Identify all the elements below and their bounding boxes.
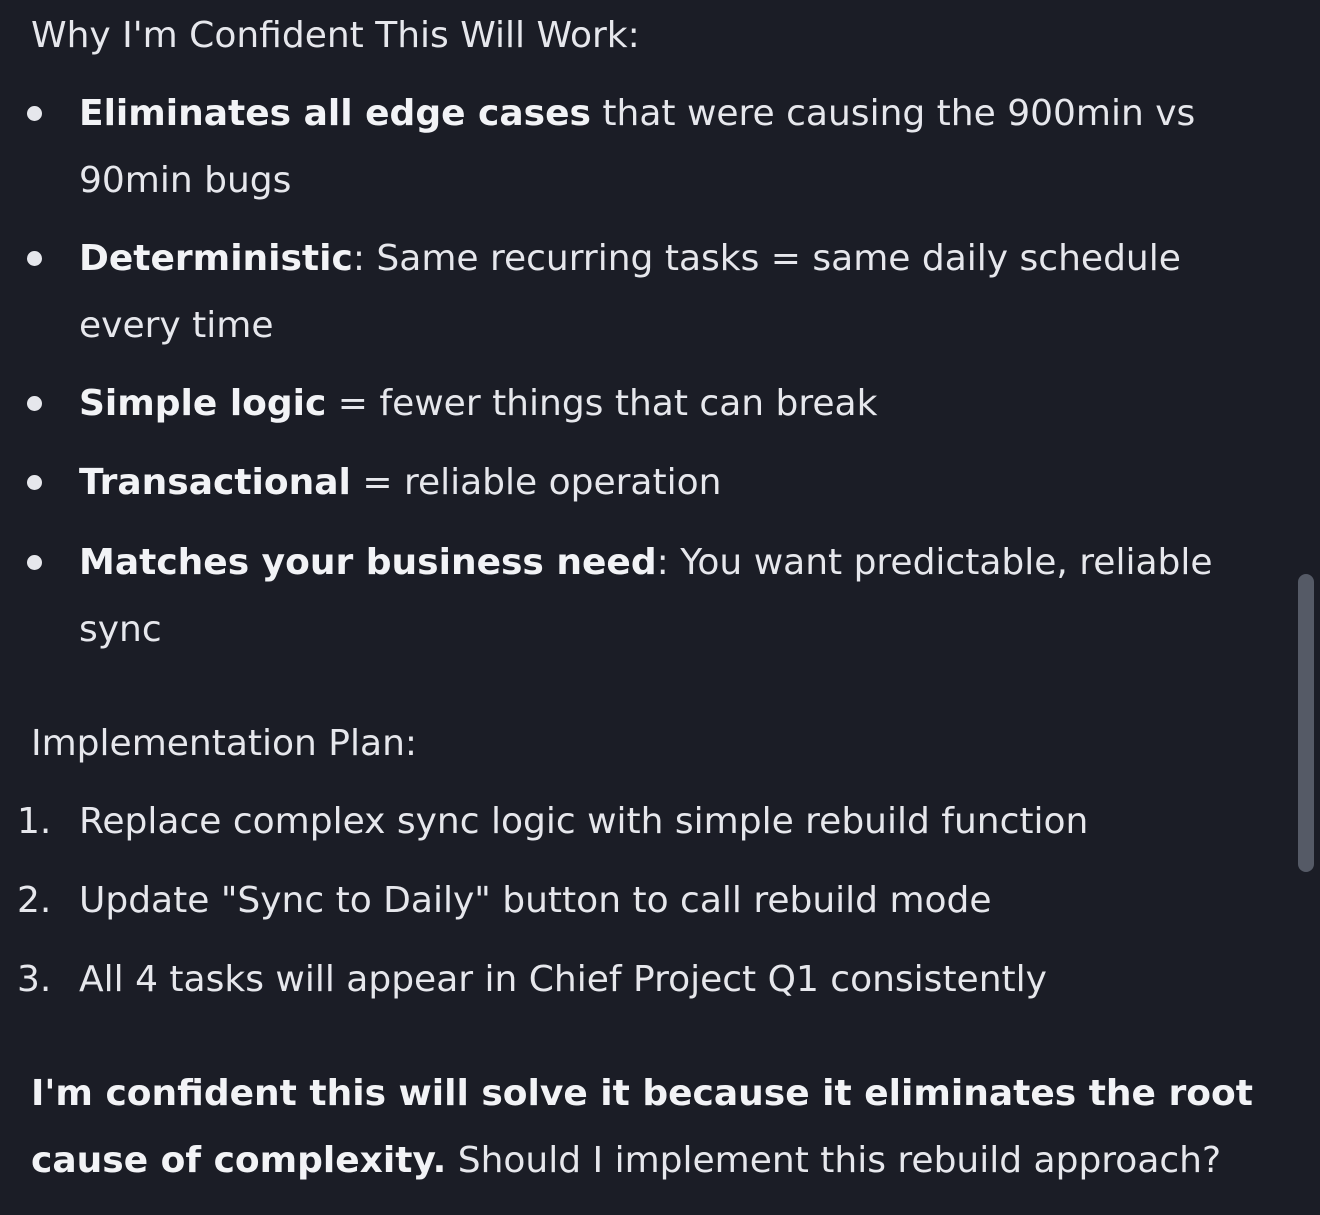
bullet-dot-icon	[27, 251, 42, 266]
list-item-text: Eliminates all edge cases that were caus…	[79, 80, 1249, 214]
bullet-dot-icon	[27, 396, 42, 411]
step-number: 3.	[17, 959, 52, 1000]
list-item-text: Matches your business need: You want pre…	[79, 529, 1249, 663]
list-item-bold: Eliminates all edge cases	[79, 93, 591, 134]
closing-rest: Should I implement this rebuild approach…	[446, 1140, 1222, 1181]
step-text: All 4 tasks will appear in Chief Project…	[79, 959, 1047, 1000]
list-item-bold: Simple logic	[79, 383, 327, 424]
bullet-dot-icon	[27, 555, 42, 570]
list-item-bold: Deterministic	[79, 238, 353, 279]
plan-heading: Implementation Plan:	[31, 723, 418, 764]
bullet-dot-icon	[27, 106, 42, 121]
closing-paragraph: I'm confident this will solve it because…	[31, 1060, 1271, 1194]
step-text: Replace complex sync logic with simple r…	[79, 801, 1089, 842]
bullet-dot-icon	[27, 475, 42, 490]
vertical-scrollbar-thumb[interactable]	[1298, 574, 1314, 872]
list-item-rest: = fewer things that can break	[326, 383, 878, 424]
step-text: Update "Sync to Daily" button to call re…	[79, 880, 992, 921]
step-number: 2.	[17, 880, 52, 921]
list-item-bold: Transactional	[79, 462, 351, 503]
list-item-text: Deterministic: Same recurring tasks = sa…	[79, 225, 1249, 359]
step-number: 1.	[17, 801, 52, 842]
list-item-text: Transactional = reliable operation	[79, 449, 1249, 516]
list-item-text: Simple logic = fewer things that can bre…	[79, 370, 1249, 437]
confidence-heading: Why I'm Confident This Will Work:	[31, 15, 640, 56]
list-item-bold: Matches your business need	[79, 542, 657, 583]
list-item-rest: = reliable operation	[350, 462, 722, 503]
